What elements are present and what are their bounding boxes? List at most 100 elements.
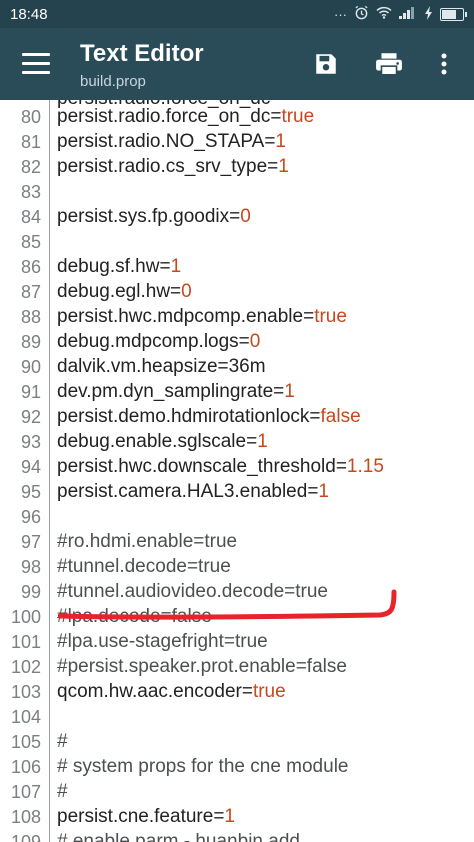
prop-value: true	[314, 306, 347, 327]
signal-icon	[399, 6, 417, 22]
prop-key: #tunnel.decode=true	[57, 556, 231, 577]
prop-value: 1	[278, 156, 289, 177]
prop-key: persist.radio.force_on_dc	[57, 106, 271, 127]
editor-line[interactable]: 86 debug.sf.hw=1	[0, 255, 474, 280]
line-number: 93	[20, 432, 41, 452]
prop-key: qcom.hw.aac.encoder	[57, 681, 242, 702]
prop-value: 1	[257, 431, 268, 452]
save-icon[interactable]	[308, 46, 344, 82]
prop-value: 1	[284, 381, 295, 402]
line-number: 105	[10, 732, 41, 752]
editor-line[interactable]: 82 persist.radio.cs_srv_type=1	[0, 155, 474, 180]
prop-key: debug.mdpcomp.logs	[57, 331, 239, 352]
editor-line[interactable]: 108 persist.cne.feature=1	[0, 805, 474, 830]
text-editor-area[interactable]: persist.radio.force_on_dc 80 persist.radi…	[0, 100, 474, 842]
print-icon[interactable]	[371, 46, 407, 82]
editor-line[interactable]: 101 #lpa.use-stagefright=true	[0, 630, 474, 655]
editor-line[interactable]: 95 persist.camera.HAL3.enabled=1	[0, 480, 474, 505]
line-number: 98	[20, 557, 41, 577]
line-number: 97	[20, 532, 41, 552]
editor-line[interactable]: 91 dev.pm.dyn_samplingrate=1	[0, 380, 474, 405]
line-text: #	[57, 731, 68, 753]
prop-value: 1.15	[346, 456, 384, 477]
line-number: 90	[20, 357, 41, 377]
prop-key: debug.egl.hw	[57, 281, 171, 302]
prop-equals: =	[264, 131, 276, 152]
editor-line[interactable]: 98 #tunnel.decode=true	[0, 555, 474, 580]
app-bar: Text Editor build.prop	[0, 28, 474, 100]
line-number: 109	[10, 832, 41, 842]
editor-line[interactable]: 99 #tunnel.audiovideo.decode=true	[0, 580, 474, 605]
file-name: build.prop	[80, 73, 146, 90]
line-text: persist.radio.NO_STAPA=1	[57, 131, 286, 153]
line-text: persist.camera.HAL3.enabled=1	[57, 481, 329, 503]
prop-value: true	[252, 681, 286, 702]
line-text: #	[57, 781, 68, 803]
editor-line[interactable]: 97 #ro.hdmi.enable=true	[0, 530, 474, 555]
line-number: 95	[20, 482, 41, 502]
line-text: persist.hwc.downscale_threshold=1.15	[57, 456, 384, 478]
hamburger-menu-icon[interactable]	[22, 53, 50, 75]
prop-key: # enable parm - huanbin add	[57, 831, 300, 842]
prop-equals: =	[246, 431, 258, 452]
prop-value: 0	[240, 206, 251, 227]
line-number: 92	[20, 407, 41, 427]
editor-line[interactable]: 84 persist.sys.fp.goodix=0	[0, 205, 474, 230]
prop-equals: =	[303, 306, 315, 327]
editor-line[interactable]: 93 debug.enable.sglscale=1	[0, 430, 474, 455]
editor-line[interactable]: 89 debug.mdpcomp.logs=0	[0, 330, 474, 355]
prop-key: #lpa.use-stagefright=true	[57, 631, 268, 652]
editor-line[interactable]: 96	[0, 505, 474, 530]
editor-line[interactable]: 90 dalvik.vm.heapsize=36m	[0, 355, 474, 380]
prop-equals: =	[309, 406, 321, 427]
line-number: 99	[20, 582, 41, 602]
editor-line[interactable]: 105 #	[0, 730, 474, 755]
editor-line[interactable]: 107 #	[0, 780, 474, 805]
line-text: #lpa.use-stagefright=true	[57, 631, 268, 653]
prop-value: 1	[318, 481, 329, 502]
line-number: 86	[20, 257, 41, 277]
line-text: # enable parm - huanbin add	[57, 831, 300, 842]
editor-line[interactable]: 87 debug.egl.hw=0	[0, 280, 474, 305]
line-text: persist.demo.hdmirotationlock=false	[57, 406, 361, 428]
editor-line[interactable]: 81 persist.radio.NO_STAPA=1	[0, 130, 474, 155]
editor-line[interactable]: 83	[0, 180, 474, 205]
prop-value: 0	[249, 331, 261, 352]
editor-line[interactable]: 106 # system props for the cne module	[0, 755, 474, 780]
status-time: 18:48	[10, 5, 48, 23]
editor-line[interactable]: 88 persist.hwc.mdpcomp.enable=true	[0, 305, 474, 330]
editor-line[interactable]: 100 #lpa.decode=false	[0, 605, 474, 630]
prop-value: false	[320, 406, 361, 427]
prop-key: persist.hwc.mdpcomp.enable	[57, 306, 304, 327]
battery-icon	[440, 7, 467, 21]
more-vert-icon[interactable]	[426, 46, 462, 82]
editor-line[interactable]: 103 qcom.hw.aac.encoder=true	[0, 680, 474, 705]
editor-line[interactable]: 92 persist.demo.hdmirotationlock=false	[0, 405, 474, 430]
editor-line[interactable]: 94 persist.hwc.downscale_threshold=1.15	[0, 455, 474, 480]
prop-key: #	[57, 731, 68, 752]
prop-equals: =	[213, 806, 225, 827]
line-number: 83	[20, 182, 41, 202]
line-text: persist.radio.force_on_dc=true	[57, 106, 314, 128]
prop-key: dev.pm.dyn_samplingrate	[57, 381, 274, 402]
prop-key: #ro.hdmi.enable=true	[57, 531, 238, 552]
prop-equals: =	[270, 106, 282, 127]
charging-icon	[424, 5, 433, 23]
line-number: 88	[20, 307, 41, 327]
editor-line[interactable]: 102 #persist.speaker.prot.enable=false	[0, 655, 474, 680]
prop-equals: =	[307, 481, 319, 502]
prop-key: #	[57, 781, 68, 802]
prop-value: 1	[275, 131, 286, 152]
line-number: 104	[10, 707, 41, 727]
prop-key: dalvik.vm.heapsize=36m	[57, 356, 266, 377]
app-title: Text Editor	[80, 40, 204, 67]
line-text: debug.sf.hw=1	[57, 256, 181, 278]
editor-line[interactable]: 104	[0, 705, 474, 730]
editor-line[interactable]: 80 persist.radio.force_on_dc=true	[0, 105, 474, 130]
line-number: 80	[20, 107, 41, 127]
editor-line[interactable]: 85	[0, 230, 474, 255]
prop-key: # system props for the cne module	[57, 756, 349, 777]
more-dots-icon: ···	[334, 6, 347, 22]
editor-line[interactable]: 109 # enable parm - huanbin add	[0, 830, 474, 842]
prop-key: #persist.speaker.prot.enable=false	[57, 656, 347, 677]
